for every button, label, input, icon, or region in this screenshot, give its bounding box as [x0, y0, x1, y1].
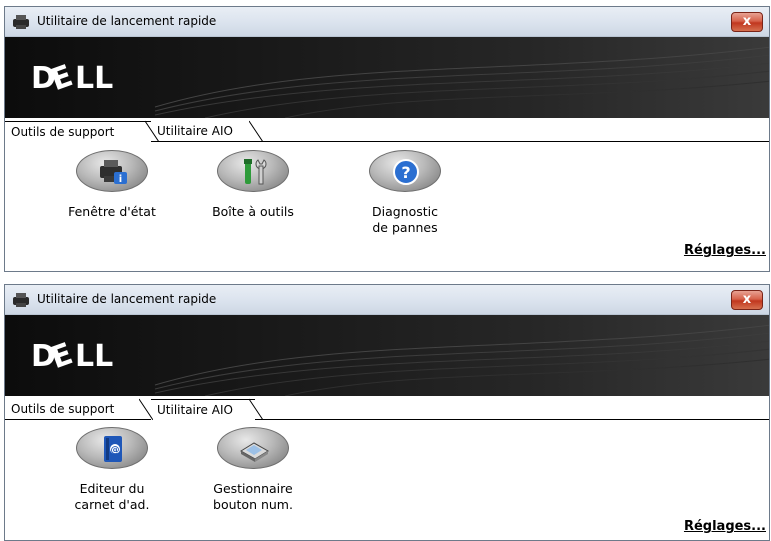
scanner-icon	[240, 442, 269, 462]
tab-aio-utility[interactable]: Utilitaire AIO	[151, 121, 263, 142]
svg-text:?: ?	[401, 163, 410, 182]
window-title: Utilitaire de lancement rapide	[37, 14, 217, 28]
status-window-button[interactable]: i	[76, 150, 148, 192]
dell-logo: D E LL	[31, 58, 113, 97]
toolbox-icon	[244, 159, 267, 185]
svg-text:@: @	[111, 446, 120, 456]
troubleshooting-button[interactable]: ?	[369, 150, 441, 192]
scan-button-manager-button[interactable]	[217, 427, 289, 469]
tab-support-tools[interactable]: Outils de support	[5, 399, 145, 420]
dell-logo: D E LL	[31, 336, 113, 375]
toolbox-button[interactable]	[217, 150, 289, 192]
printer-status-icon: i	[100, 160, 127, 185]
printer-app-icon	[13, 15, 29, 29]
svg-text:LL: LL	[75, 339, 113, 374]
dell-banner: D E LL	[5, 315, 769, 396]
tool-label: Boîte à outils	[212, 204, 294, 219]
svg-text:LL: LL	[75, 61, 113, 96]
tab-separator	[145, 120, 159, 142]
settings-link[interactable]: Réglages...	[684, 243, 766, 258]
tool-troubleshooting[interactable]: ? Diagnostic de pannes	[340, 150, 470, 236]
title-bar[interactable]: Utilitaire de lancement rapide x	[5, 285, 769, 315]
tool-label: Diagnostic de pannes	[371, 204, 439, 235]
launcher-window-aio: Utilitaire de lancement rapide x D E LL …	[4, 284, 770, 541]
printer-app-icon	[13, 293, 29, 307]
tool-scan-button-manager[interactable]: Gestionnaire bouton num.	[188, 427, 318, 513]
close-button[interactable]: x	[731, 290, 763, 310]
svg-text:i: i	[119, 174, 122, 185]
tab-aio-utility[interactable]: Utilitaire AIO	[151, 399, 255, 421]
tool-status-window[interactable]: i Fenêtre d'état	[47, 150, 177, 220]
tab-strip: Outils de support Utilitaire AIO	[5, 396, 769, 421]
tool-label: Fenêtre d'état	[68, 204, 156, 219]
tab-separator	[249, 398, 263, 420]
title-bar[interactable]: Utilitaire de lancement rapide x	[5, 7, 769, 37]
settings-link[interactable]: Réglages...	[684, 519, 766, 534]
tab-separator	[249, 120, 263, 142]
window-title: Utilitaire de lancement rapide	[37, 292, 217, 306]
tool-toolbox[interactable]: Boîte à outils	[188, 150, 318, 220]
tab-support-tools[interactable]: Outils de support	[5, 121, 151, 143]
dell-banner: D E LL	[5, 37, 769, 118]
tool-address-book-editor[interactable]: @ Editeur du carnet d'ad.	[47, 427, 177, 513]
tab-strip: Outils de support Utilitaire AIO	[5, 118, 769, 143]
address-book-button[interactable]: @	[76, 427, 148, 469]
address-book-icon: @	[104, 436, 122, 462]
tool-label: Gestionnaire bouton num.	[213, 481, 293, 512]
tab-separator	[139, 398, 153, 420]
launcher-window-support: Utilitaire de lancement rapide x D E LL …	[4, 6, 770, 272]
close-button[interactable]: x	[731, 12, 763, 32]
help-icon: ?	[393, 159, 419, 185]
tool-label: Editeur du carnet d'ad.	[74, 481, 150, 512]
